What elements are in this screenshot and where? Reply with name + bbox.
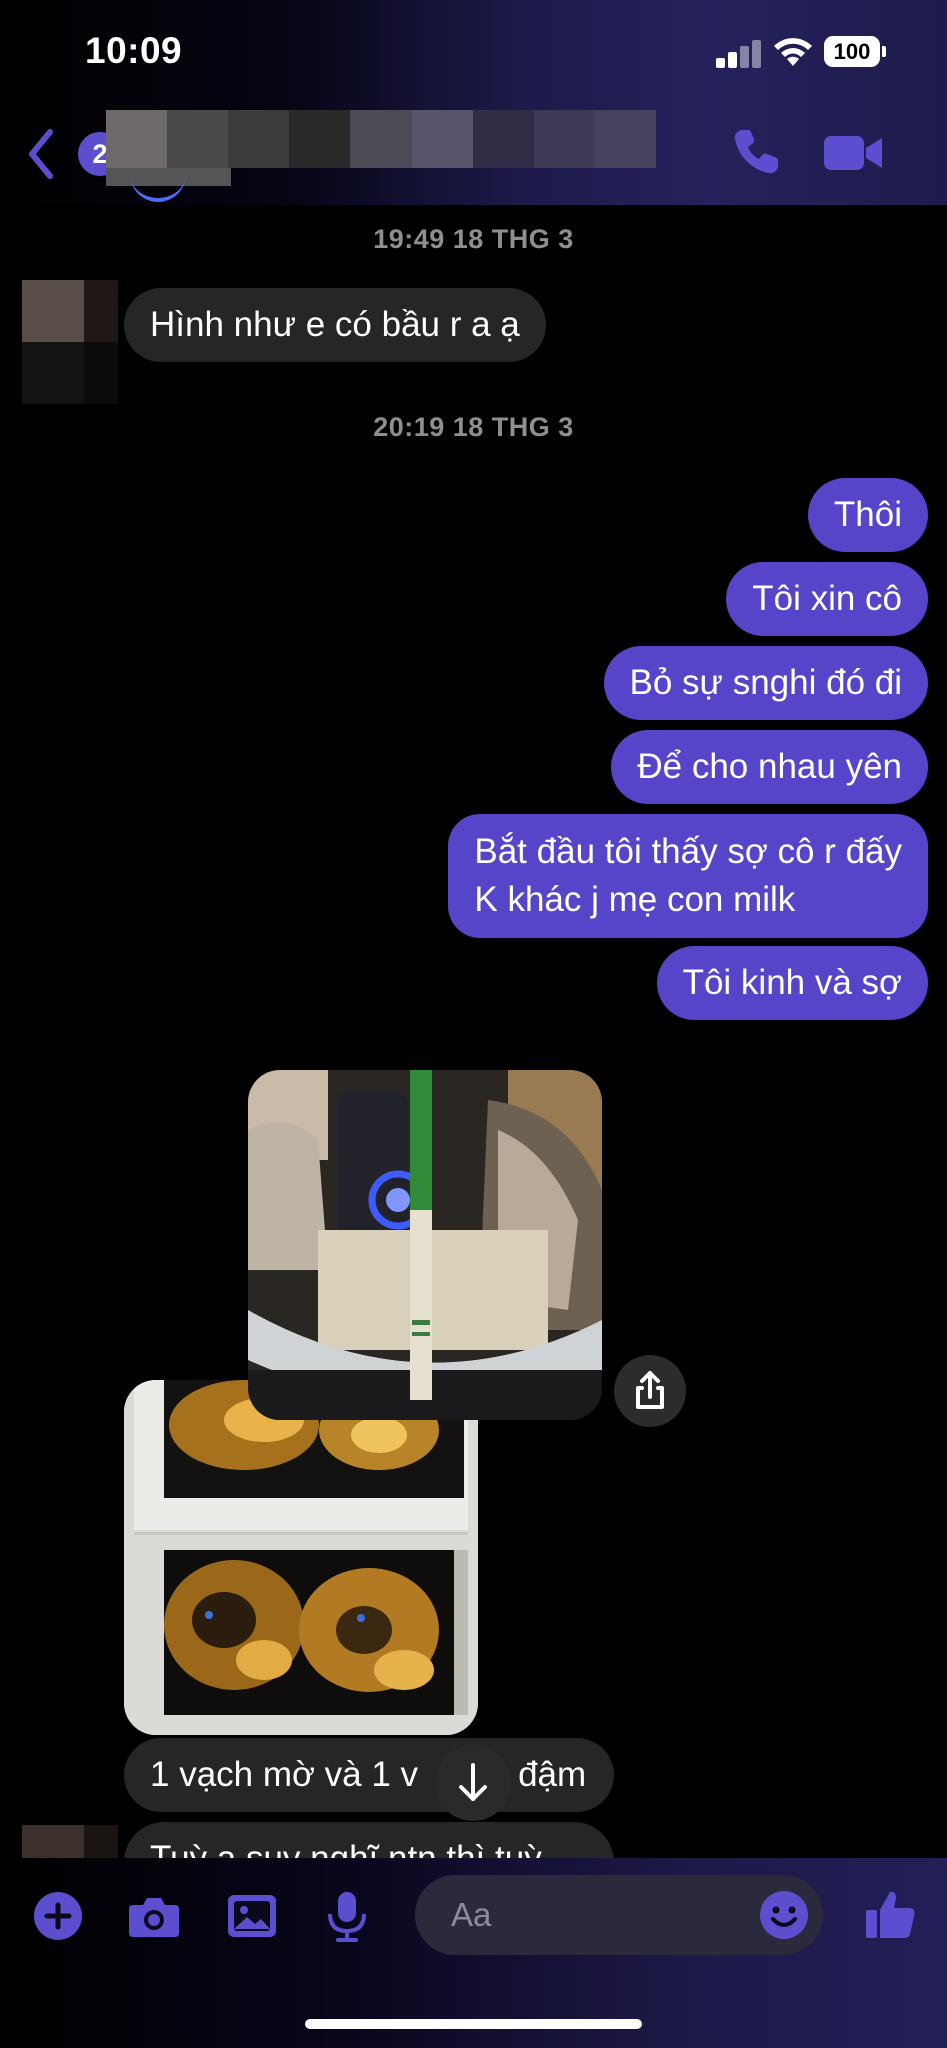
microphone-icon[interactable] <box>320 1889 374 1943</box>
contact-name-redacted[interactable] <box>106 110 656 168</box>
outgoing-message[interactable]: Thôi <box>807 478 928 552</box>
share-icon <box>636 1371 664 1409</box>
share-button[interactable] <box>614 1355 686 1427</box>
active-status-ring <box>130 170 186 202</box>
incoming-message[interactable]: Hình như e có bầu r a ạ <box>124 288 546 362</box>
status-time: 10:09 <box>85 30 183 71</box>
outgoing-message-multiline[interactable]: Bắt đầu tôi thấy sợ cô r đấy K khác j mẹ… <box>448 814 928 938</box>
chat-header: 2 <box>0 110 947 205</box>
battery-level: 100 <box>833 39 871 64</box>
phone-icon[interactable] <box>728 124 784 180</box>
camera-icon[interactable] <box>127 1889 181 1943</box>
battery-tip <box>882 46 886 57</box>
outgoing-message[interactable]: Tôi xin cô <box>726 562 928 636</box>
sender-avatar[interactable] <box>22 280 118 404</box>
back-button[interactable]: 2 <box>26 122 122 179</box>
ultrasound-scan-photo[interactable] <box>124 1380 478 1735</box>
wifi-icon <box>774 38 812 66</box>
thumbs-up-icon[interactable] <box>862 1886 918 1942</box>
outgoing-message[interactable]: Bỏ sự snghi đó đi <box>603 646 928 720</box>
ultrasound-image <box>124 1380 478 1735</box>
outgoing-message[interactable]: Tôi kinh và sợ <box>656 946 928 1020</box>
home-indicator[interactable] <box>305 2019 642 2029</box>
incoming-message[interactable]: 1 vạch mờ và 1 v đậm <box>124 1738 614 1812</box>
video-camera-icon[interactable] <box>822 124 884 180</box>
message-line: Bắt đầu tôi thấy sợ cô r đấy <box>474 832 902 871</box>
plus-icon[interactable] <box>31 1889 85 1943</box>
message-text-part: 1 vạch mờ và 1 v <box>150 1755 419 1794</box>
emoji-icon[interactable] <box>758 1889 810 1941</box>
cellular-signal-icon <box>716 40 762 68</box>
scroll-to-bottom-button[interactable] <box>435 1745 511 1821</box>
message-line: K khác j mẹ con milk <box>474 880 796 919</box>
battery-icon: 100 <box>824 36 880 67</box>
message-timestamp: 20:19 18 THG 3 <box>373 412 574 442</box>
back-chevron-icon <box>29 129 53 179</box>
arrow-down-icon <box>459 1763 487 1801</box>
message-text-part: đậm <box>518 1755 587 1794</box>
image-icon[interactable] <box>225 1889 279 1943</box>
message-timestamp: 19:49 18 THG 3 <box>373 224 574 254</box>
pregnancy-test-image <box>248 1070 602 1420</box>
status-bar: 10:09 100 <box>0 0 947 110</box>
outgoing-message[interactable]: Để cho nhau yên <box>611 730 928 804</box>
pregnancy-test-photo[interactable] <box>248 1070 602 1420</box>
